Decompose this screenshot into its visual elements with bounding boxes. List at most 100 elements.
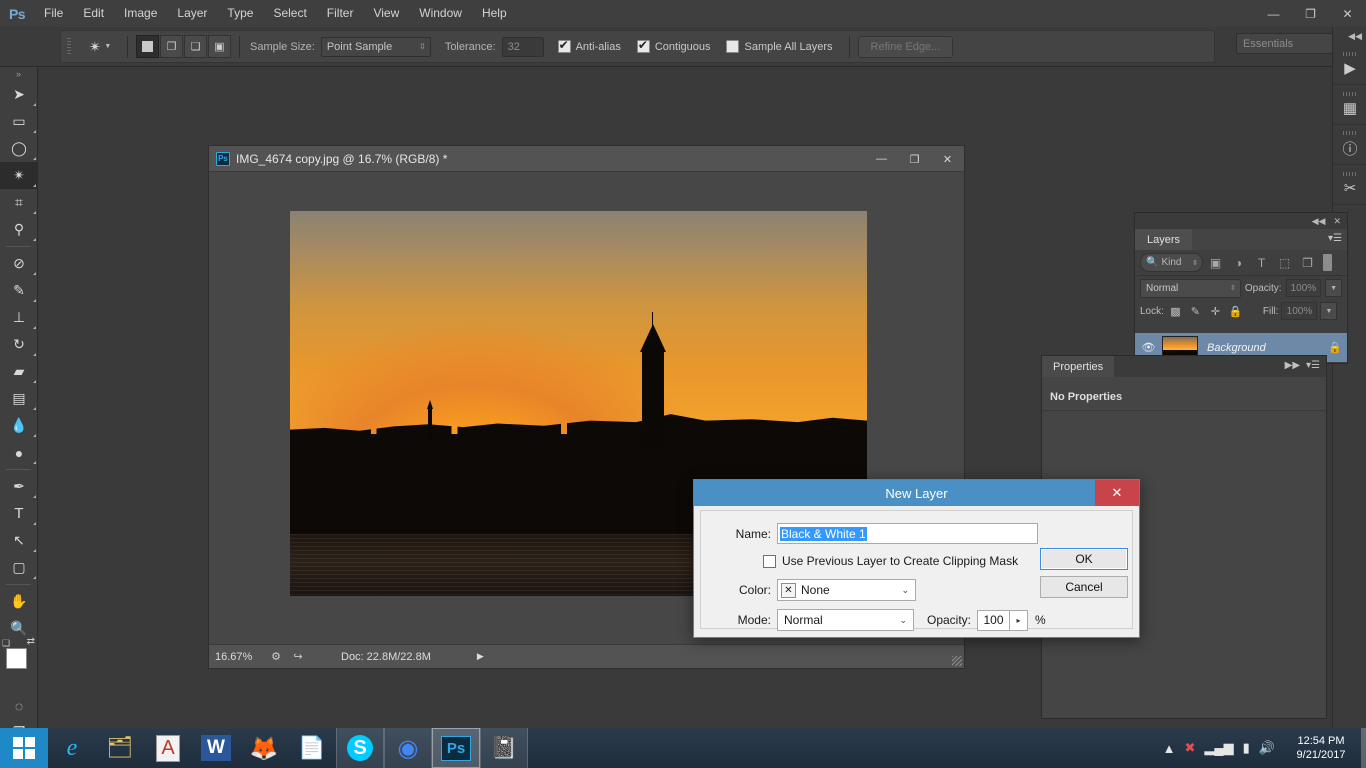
tab-properties[interactable]: Properties xyxy=(1042,356,1115,377)
taskbar-file-explorer[interactable]: 🗂 xyxy=(96,728,144,768)
filter-type-layers-icon[interactable]: T xyxy=(1251,253,1272,272)
layer-kind-filter-select[interactable]: 🔍 Kind ⇳ xyxy=(1140,253,1203,272)
tool-crop[interactable]: ⌗ xyxy=(0,189,38,216)
filter-adjustment-layers-icon[interactable]: ◑ xyxy=(1228,253,1249,272)
lock-position-icon[interactable]: ✛ xyxy=(1207,303,1224,320)
menu-layer[interactable]: Layer xyxy=(167,0,217,27)
contiguous-checkbox[interactable] xyxy=(636,38,650,53)
opacity-value[interactable]: 100% xyxy=(1285,279,1322,297)
tray-battery-icon[interactable]: ▮ xyxy=(1243,740,1250,756)
color-swatches[interactable]: ⇄ ❏ xyxy=(0,636,38,686)
lock-all-icon[interactable]: 🔒 xyxy=(1227,303,1244,320)
dock-collapse-button[interactable]: ◀◀ xyxy=(1333,27,1366,45)
intersect-selection-button[interactable]: ▣ xyxy=(208,35,231,58)
taskbar-firefox[interactable]: 🦊 xyxy=(240,728,288,768)
taskbar-notepad[interactable]: 📓 xyxy=(480,728,528,768)
tool-brush[interactable]: ✎ xyxy=(0,277,38,304)
menu-filter[interactable]: Filter xyxy=(317,0,364,27)
menu-view[interactable]: View xyxy=(363,0,409,27)
menu-select[interactable]: Select xyxy=(263,0,316,27)
fill-value[interactable]: 100% xyxy=(1281,302,1318,320)
new-selection-button[interactable] xyxy=(136,35,159,58)
taskbar-dictionary-app[interactable]: A xyxy=(144,728,192,768)
tool-lasso[interactable]: ◯ xyxy=(0,135,38,162)
tolerance-input[interactable]: 32 xyxy=(501,36,544,57)
foreground-color-swatch[interactable] xyxy=(6,648,27,669)
blend-mode-select[interactable]: Normal ⇳ xyxy=(1140,278,1241,298)
fill-slider-caret-icon[interactable]: ▼ xyxy=(1320,302,1338,320)
layer-mode-select[interactable]: Normal ⌄ xyxy=(777,609,914,631)
properties-expand-button[interactable]: ▶▶ xyxy=(1285,360,1300,371)
properties-panel-menu-icon[interactable]: ▾☰ xyxy=(1306,360,1320,371)
menu-window[interactable]: Window xyxy=(409,0,472,27)
layer-name[interactable]: Background xyxy=(1198,342,1323,354)
tool-eyedropper[interactable]: ⚲ xyxy=(0,216,38,243)
menu-type[interactable]: Type xyxy=(217,0,263,27)
tray-volume-icon[interactable]: 🔊 xyxy=(1259,740,1275,756)
taskbar-word[interactable]: W xyxy=(192,728,240,768)
opacity-slider-button[interactable]: ▸ xyxy=(1010,609,1029,631)
cancel-button[interactable]: Cancel xyxy=(1040,576,1128,598)
layer-locked-icon[interactable]: 🔒 xyxy=(1323,341,1347,354)
refine-edge-button[interactable]: Refine Edge... xyxy=(857,35,954,58)
document-restore-button[interactable]: ❐ xyxy=(898,146,931,172)
lock-transparent-pixels-icon[interactable]: ▩ xyxy=(1167,303,1184,320)
document-resize-grip[interactable] xyxy=(952,656,962,666)
tool-healing-brush[interactable]: ⊘ xyxy=(0,250,38,277)
filter-shape-layers-icon[interactable]: ⬚ xyxy=(1274,253,1295,272)
taskbar-chrome[interactable]: ◉ xyxy=(384,728,432,768)
ok-button[interactable]: OK xyxy=(1040,548,1128,570)
zoom-level[interactable]: 16.67% xyxy=(209,645,265,669)
contiguous-checkbox-group[interactable]: Contiguous xyxy=(636,38,710,53)
antialias-checkbox-group[interactable]: Anti-alias xyxy=(557,38,621,53)
toolbar-grip[interactable]: » xyxy=(0,67,37,81)
filter-smart-objects-icon[interactable]: ❐ xyxy=(1297,253,1318,272)
clipping-mask-row[interactable]: Use Previous Layer to Create Clipping Ma… xyxy=(763,554,1018,568)
taskbar-clock[interactable]: 12:54 PM 9/21/2017 xyxy=(1284,734,1358,762)
filter-pixel-layers-icon[interactable]: ▣ xyxy=(1205,253,1226,272)
tab-layers[interactable]: Layers xyxy=(1135,229,1193,250)
document-minimize-button[interactable]: — xyxy=(865,146,898,172)
sample-all-layers-checkbox-group[interactable]: Sample All Layers xyxy=(726,40,833,53)
tray-network-icon[interactable]: ▂▄▆ xyxy=(1204,740,1233,756)
tool-presets-panel-button[interactable]: ✂ xyxy=(1333,165,1366,205)
close-button[interactable]: ✕ xyxy=(1329,0,1366,27)
dialog-title-bar[interactable]: New Layer ✕ xyxy=(694,480,1139,506)
options-bar-grip[interactable] xyxy=(67,35,77,59)
tool-dodge[interactable]: ● xyxy=(0,439,38,466)
lock-image-pixels-icon[interactable]: ✎ xyxy=(1187,303,1204,320)
status-menu-arrow-icon[interactable]: ▶ xyxy=(477,651,484,662)
tool-marquee[interactable]: ▭ xyxy=(0,108,38,135)
quick-mask-button[interactable]: ◌ xyxy=(0,692,38,719)
tray-show-hidden-icons[interactable]: ▲ xyxy=(1163,741,1176,756)
tool-pen[interactable]: ✒ xyxy=(0,473,38,500)
sample-all-layers-checkbox[interactable] xyxy=(726,40,740,53)
antialias-checkbox[interactable] xyxy=(557,38,571,53)
opacity-slider-caret-icon[interactable]: ▼ xyxy=(1325,279,1342,297)
clipping-mask-checkbox[interactable] xyxy=(763,554,776,568)
actions-panel-button[interactable]: ▶ xyxy=(1333,45,1366,85)
menu-image[interactable]: Image xyxy=(114,0,167,27)
menu-help[interactable]: Help xyxy=(472,0,517,27)
tool-blur[interactable]: 💧 xyxy=(0,412,38,439)
taskbar-internet-explorer[interactable]: e xyxy=(48,728,96,768)
menu-edit[interactable]: Edit xyxy=(73,0,114,27)
tool-path-selection[interactable]: ↖ xyxy=(0,527,38,554)
layers-close-button[interactable]: ✕ xyxy=(1333,216,1341,227)
layer-visibility-icon[interactable]: 👁 xyxy=(1135,341,1162,354)
restore-button[interactable]: ❐ xyxy=(1292,0,1329,27)
add-to-selection-button[interactable]: ❐ xyxy=(160,35,183,58)
minimize-button[interactable]: — xyxy=(1255,0,1292,27)
tool-hand[interactable]: ✋ xyxy=(0,588,38,615)
layer-color-select[interactable]: ✕ None ⌄ xyxy=(777,579,916,601)
dialog-close-button[interactable]: ✕ xyxy=(1095,480,1139,506)
tool-preset-picker[interactable]: ✴ ▼ xyxy=(81,34,119,59)
dialog-opacity-input[interactable]: 100 xyxy=(977,609,1011,631)
show-desktop-button[interactable] xyxy=(1361,728,1366,768)
tool-magic-wand[interactable]: ✴ xyxy=(0,162,38,189)
tool-gradient[interactable]: ▤ xyxy=(0,385,38,412)
layer-name-input[interactable]: Black & White 1 xyxy=(777,523,1038,544)
sample-size-select[interactable]: Point Sample ⇳ xyxy=(320,36,431,57)
layers-collapse-button[interactable]: ◀◀ xyxy=(1312,216,1326,227)
taskbar-skype[interactable]: S xyxy=(336,728,384,768)
